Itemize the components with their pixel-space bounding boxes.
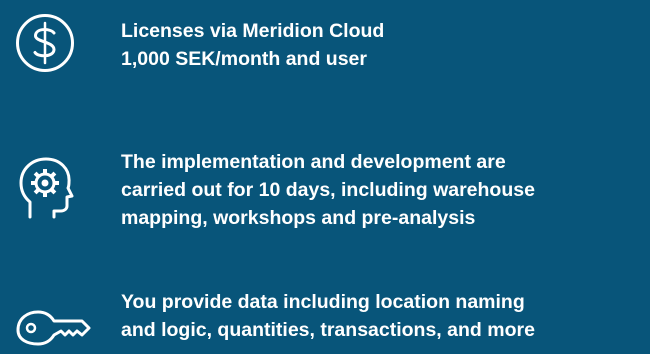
key-icon [14, 306, 92, 354]
feature-data-text: You provide data including location nami… [121, 288, 646, 344]
dollar-coin-icon [14, 12, 76, 74]
head-gear-icon [16, 154, 74, 222]
feature-licenses: Licenses via Meridion Cloud 1,000 SEK/mo… [0, 0, 650, 110]
feature-line: The implementation and development are [121, 151, 506, 173]
feature-line: and logic, quantities, transactions, and… [121, 319, 535, 341]
feature-implementation: The implementation and development are c… [0, 110, 650, 250]
feature-data: You provide data including location nami… [0, 250, 650, 346]
feature-line: You provide data including location nami… [121, 291, 525, 313]
feature-line: 1,000 SEK/month and user [121, 48, 367, 70]
feature-line: Licenses via Meridion Cloud [121, 20, 385, 42]
feature-implementation-text: The implementation and development are c… [121, 148, 646, 232]
feature-line: carried out for 10 days, including wareh… [121, 179, 535, 201]
feature-licenses-text: Licenses via Meridion Cloud 1,000 SEK/mo… [121, 17, 646, 73]
feature-line: mapping, workshops and pre-analysis [121, 207, 476, 229]
